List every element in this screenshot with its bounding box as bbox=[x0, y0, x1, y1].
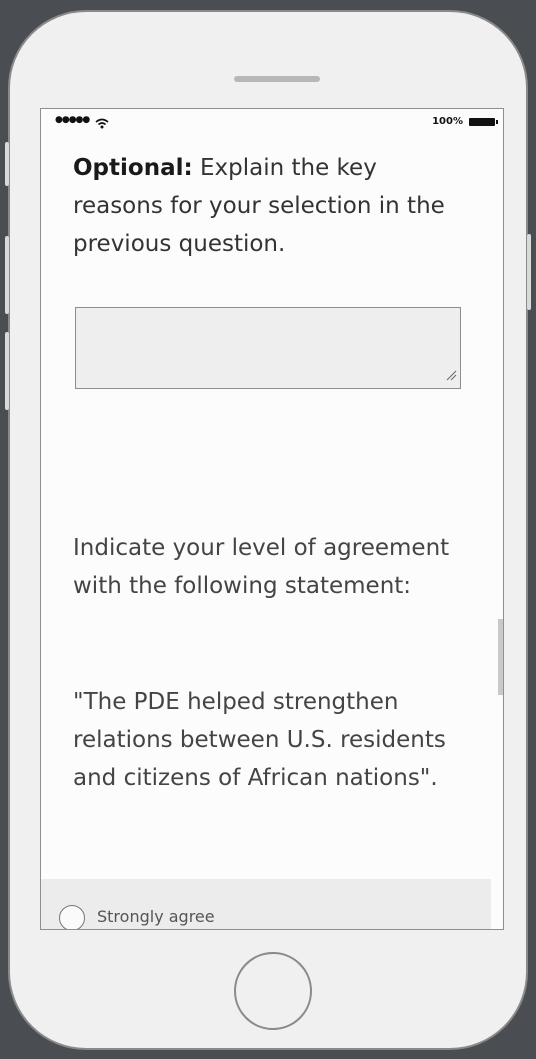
speaker-slot-icon bbox=[234, 76, 320, 82]
phone-frame: ●●●●● 100% Optional: Explain the key rea… bbox=[5, 10, 531, 1050]
phone-screen: ●●●●● 100% Optional: Explain the key rea… bbox=[40, 108, 504, 930]
option-label: Strongly agree bbox=[97, 907, 215, 926]
battery-full-icon bbox=[469, 118, 498, 126]
reason-textarea[interactable] bbox=[75, 307, 461, 389]
mute-switch bbox=[5, 142, 9, 186]
agreement-prompt: Indicate your level of agreement with th… bbox=[73, 535, 450, 599]
wifi-icon bbox=[95, 114, 109, 133]
agreement-statement: "The PDE helped strengthen relations bet… bbox=[73, 689, 446, 791]
volume-up-button bbox=[5, 236, 9, 314]
power-button bbox=[527, 234, 531, 310]
status-bar: ●●●●● 100% bbox=[41, 109, 503, 137]
optional-question: Optional: Explain the key reasons for yo… bbox=[73, 149, 473, 263]
scrollbar-thumb[interactable] bbox=[498, 619, 503, 695]
volume-down-button bbox=[5, 332, 9, 410]
optional-label: Optional: bbox=[73, 155, 193, 181]
option-strongly-agree[interactable]: Strongly agree bbox=[41, 879, 491, 929]
home-button-circle-icon[interactable] bbox=[234, 952, 312, 1030]
resize-handle-icon[interactable] bbox=[445, 366, 457, 385]
signal-strength-icon: ●●●●● bbox=[55, 115, 90, 125]
radio-button-icon[interactable] bbox=[59, 905, 85, 929]
battery-percent: 100% bbox=[432, 116, 463, 127]
